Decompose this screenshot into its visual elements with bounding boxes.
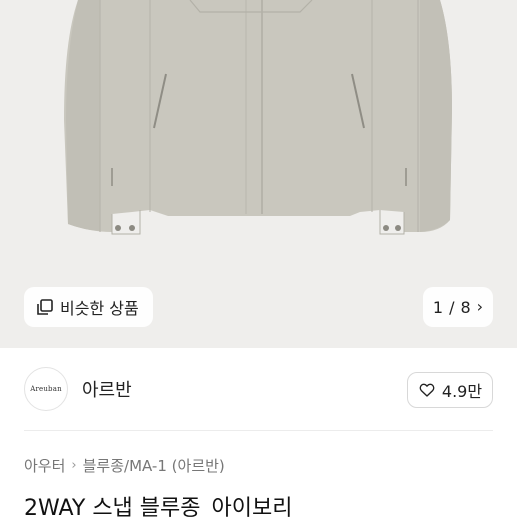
shop-name[interactable]: 아르반: [82, 376, 132, 402]
current-page: 1: [432, 297, 444, 317]
total-pages: 8: [460, 297, 471, 317]
similar-products-icon: [37, 299, 53, 315]
breadcrumb: 아우터 › 블루종/MA-1 (아르반): [24, 455, 225, 476]
shop-logo-text: Areuban: [30, 385, 62, 393]
breadcrumb-item-subcategory[interactable]: 블루종/MA-1 (아르반): [83, 455, 225, 476]
image-page-indicator[interactable]: 1 / 8 ›: [423, 287, 493, 327]
product-title: 2WAY 스냅 블루종_아이보리: [24, 496, 293, 517]
breadcrumb-item-category[interactable]: 아우터: [24, 455, 65, 476]
chevron-right-icon: ›: [71, 458, 77, 473]
similar-products-button[interactable]: 비슷한 상품: [24, 287, 153, 327]
chevron-right-icon: ›: [476, 297, 484, 316]
heart-icon: [419, 383, 435, 397]
section-divider: [24, 430, 493, 431]
like-button[interactable]: 4.9만: [407, 372, 493, 408]
shop-avatar[interactable]: Areuban: [24, 367, 68, 411]
product-image-gallery[interactable]: 비슷한 상품 1 / 8 ›: [0, 0, 517, 348]
like-count: 4.9만: [441, 382, 483, 401]
similar-products-label: 비슷한 상품: [60, 299, 139, 318]
page-separator: /: [449, 297, 455, 317]
